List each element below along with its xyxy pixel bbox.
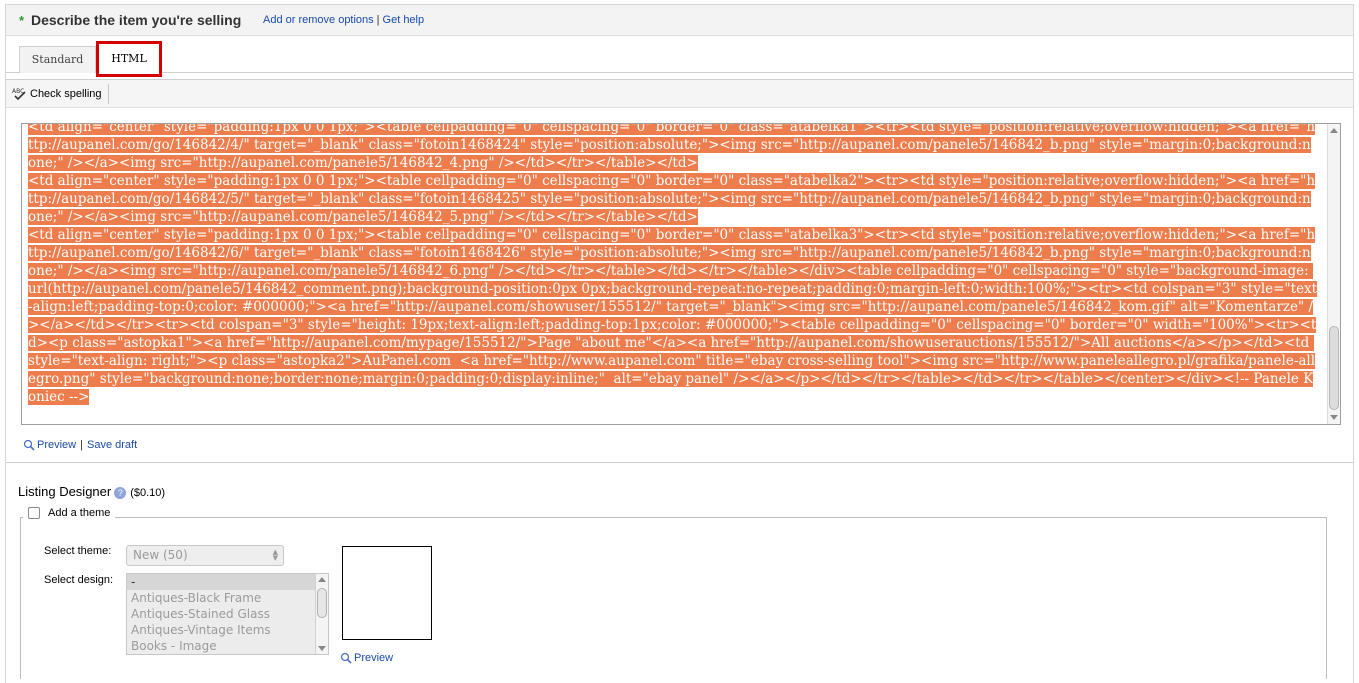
check-spelling-button[interactable]: ABC Check spelling bbox=[12, 84, 109, 104]
scrollbar-thumb[interactable] bbox=[1329, 326, 1339, 410]
design-option[interactable]: Antiques-Black Frame bbox=[127, 590, 328, 606]
required-star-icon: * bbox=[19, 13, 25, 28]
editor-links-separator: | bbox=[80, 439, 83, 451]
header-separator: | bbox=[376, 14, 380, 26]
select-arrows-icon: ▲ ▼ bbox=[272, 548, 278, 562]
design-listbox[interactable]: - Antiques-Black Frame Antiques-Stained … bbox=[126, 573, 329, 655]
add-theme-legend: Add a theme bbox=[23, 507, 116, 519]
listing-designer-title: Listing Designer? ($0.10) bbox=[18, 484, 165, 499]
tab-standard[interactable]: Standard bbox=[19, 46, 96, 73]
scroll-down-icon[interactable] bbox=[1330, 415, 1338, 420]
editor-tabs: Standard HTML bbox=[6, 37, 1353, 77]
list-scrollbar-thumb[interactable] bbox=[317, 588, 327, 618]
editor-toolbar: ABC Check spelling bbox=[6, 80, 1353, 108]
magnifier-icon bbox=[340, 652, 352, 664]
design-list-scrollbar[interactable] bbox=[315, 574, 328, 654]
magnifier-icon bbox=[23, 439, 35, 451]
html-editor: ABC Check spelling <td align="center" st… bbox=[6, 79, 1353, 463]
select-design-label: Select design: bbox=[44, 574, 114, 586]
design-option[interactable]: Antiques-Vintage Items bbox=[127, 622, 328, 638]
designer-price: ($0.10) bbox=[130, 487, 166, 499]
section-title: Describe the item you're selling bbox=[31, 12, 242, 28]
spellcheck-icon: ABC bbox=[12, 87, 28, 101]
theme-select-value: New (50) bbox=[133, 548, 188, 562]
theme-preview-link-wrap: Preview bbox=[340, 652, 393, 664]
section-header: * Describe the item you're selling Add o… bbox=[6, 5, 1353, 36]
html-code-content: <td align="center" style="padding:1px 0 … bbox=[28, 124, 1318, 405]
header-links: Add or remove options | Get help bbox=[263, 14, 424, 26]
code-scrollbar[interactable] bbox=[1327, 124, 1340, 424]
design-option[interactable]: - bbox=[127, 574, 328, 590]
save-draft-link[interactable]: Save draft bbox=[87, 439, 137, 451]
theme-preview-link[interactable]: Preview bbox=[354, 652, 393, 664]
help-icon[interactable]: ? bbox=[114, 486, 127, 499]
tab-html[interactable]: HTML bbox=[96, 41, 162, 77]
theme-select[interactable]: New (50) ▲ ▼ bbox=[126, 545, 284, 566]
theme-preview-image bbox=[342, 546, 432, 640]
scroll-up-icon[interactable] bbox=[1330, 128, 1338, 133]
html-code-textarea[interactable]: <td align="center" style="padding:1px 0 … bbox=[21, 123, 1341, 425]
get-help-link[interactable]: Get help bbox=[383, 14, 425, 26]
design-option[interactable]: Antiques-Stained Glass bbox=[127, 606, 328, 622]
select-theme-label: Select theme: bbox=[44, 545, 112, 557]
add-theme-checkbox[interactable] bbox=[28, 507, 40, 519]
design-option[interactable]: Books - Image bbox=[127, 638, 328, 654]
list-scroll-down-icon[interactable] bbox=[318, 646, 326, 651]
list-scroll-up-icon[interactable] bbox=[318, 577, 326, 582]
add-remove-options-link[interactable]: Add or remove options bbox=[263, 14, 374, 26]
preview-link[interactable]: Preview bbox=[37, 439, 76, 451]
editor-links: Preview | Save draft bbox=[23, 439, 137, 451]
listing-designer-label: Listing Designer bbox=[18, 484, 112, 499]
add-theme-label: Add a theme bbox=[48, 507, 111, 519]
check-spelling-label: Check spelling bbox=[30, 88, 102, 100]
